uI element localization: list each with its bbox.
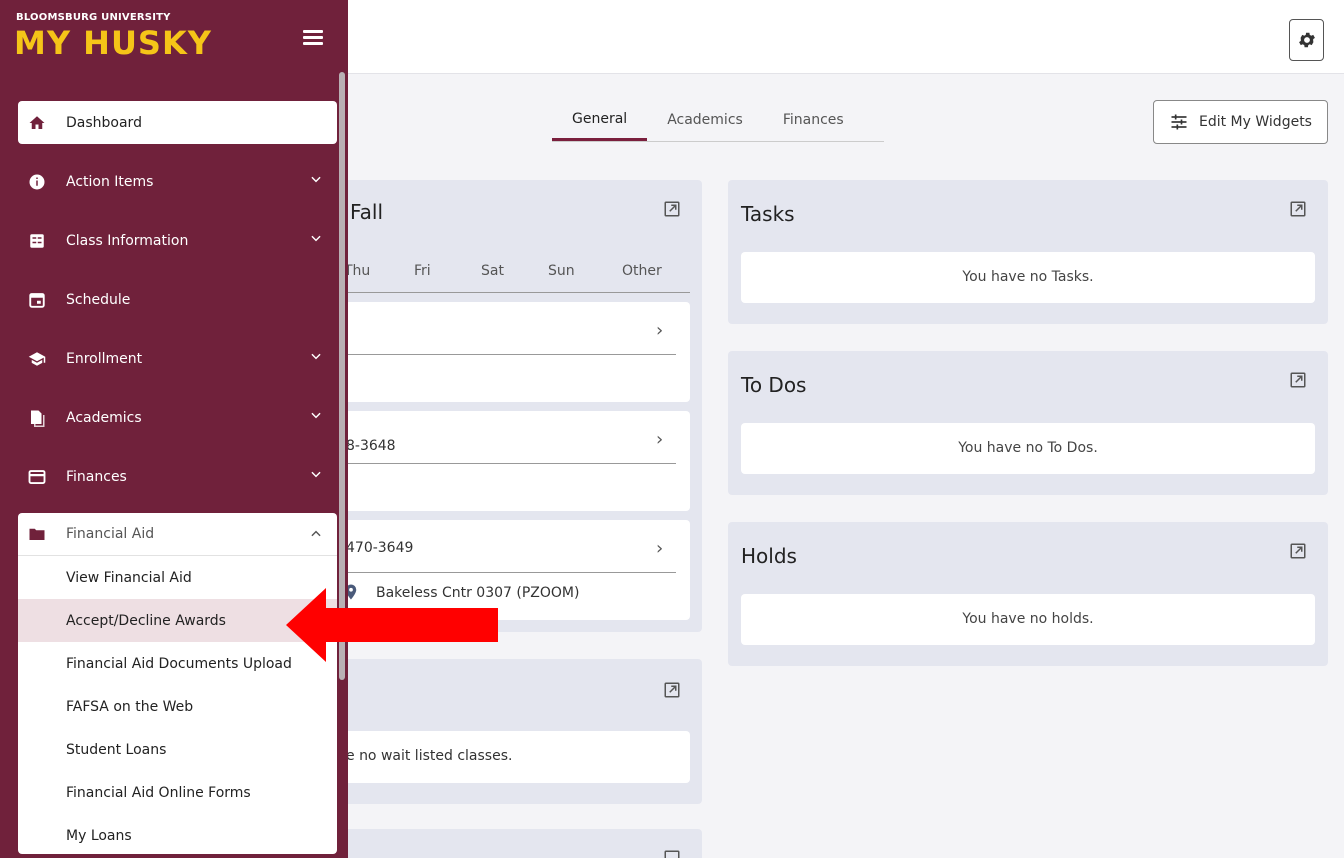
sliders-icon [1171,114,1187,130]
tab-general[interactable]: General [552,99,648,141]
submenu-student-loans[interactable]: Student Loans [18,728,337,771]
row-divider [340,463,676,464]
sidebar-item-label: Dashboard [66,114,142,131]
chevron-down-icon [311,353,321,360]
documents-icon [31,410,45,427]
day-sun[interactable]: Sun [548,263,575,279]
chevron-up-icon [311,530,321,537]
schedule-row-1[interactable]: › [330,302,690,402]
todos-card: To Dos You have no To Dos. [728,351,1328,495]
chevron-down-icon [311,412,321,419]
schedule-row-2[interactable]: 8-3648 › [330,411,690,511]
edit-widgets-button[interactable]: Edit My Widgets [1153,100,1328,144]
sidebar-item-financial-aid[interactable]: Financial Aid [18,513,337,556]
chevron-down-icon [311,471,321,478]
waitlist-card: e no wait listed classes. [330,659,702,804]
days-divider [340,292,690,293]
edit-widgets-label: Edit My Widgets [1199,114,1312,130]
folder-icon [29,528,45,540]
logo-myhusky[interactable]: MY HUSKY [14,24,212,62]
day-sat[interactable]: Sat [481,263,504,279]
sidebar-item-label: Academics [66,409,142,426]
info-icon [29,174,45,189]
waitlist-empty-text: e no wait listed classes. [346,748,513,764]
waitlist-inner: e no wait listed classes. [330,731,690,783]
submenu-fafsa[interactable]: FAFSA on the Web [18,685,337,728]
external-link-icon[interactable] [663,849,681,858]
sidebar-item-finances[interactable]: Finances [18,455,337,498]
chevron-right-icon: › [656,538,664,559]
external-link-icon[interactable] [1289,200,1307,218]
sidebar-item-label: Action Items [66,173,154,190]
class-info-icon [30,233,44,248]
sidebar: BLOOMSBURG UNIVERSITY MY HUSKY Dashboard… [0,0,348,858]
tasks-title: Tasks [741,202,795,226]
sidebar-item-academics[interactable]: Academics [18,396,337,439]
tab-finances[interactable]: Finances [763,99,864,141]
chevron-right-icon: › [656,429,664,450]
home-icon [29,115,45,129]
sidebar-item-label: Finances [66,468,127,485]
holds-empty-text: You have no holds. [962,611,1094,627]
financial-aid-panel: Financial Aid View Financial Aid Accept/… [18,513,337,854]
sidebar-item-enrollment[interactable]: Enrollment [18,337,337,380]
holds-inner: You have no holds. [741,594,1315,645]
sidebar-item-schedule[interactable]: Schedule [18,278,337,321]
todos-inner: You have no To Dos. [741,423,1315,474]
chevron-right-icon: › [656,320,664,341]
dashboard-tabs: General Academics Finances [552,100,884,142]
calendar-icon [29,292,45,308]
external-link-icon[interactable] [663,681,681,699]
sidebar-item-label: Enrollment [66,350,143,367]
external-link-icon[interactable] [1289,542,1307,560]
submenu-my-loans[interactable]: My Loans [18,814,337,857]
sidebar-item-label: Class Information [66,232,189,249]
tasks-empty-text: You have no Tasks. [962,269,1094,285]
schedule-row-2-text: 8-3648 [346,438,396,454]
row-divider [340,354,676,355]
sidebar-item-label: Financial Aid [66,526,155,542]
schedule-card-title: Fall [350,200,384,224]
todos-title: To Dos [741,373,807,397]
tasks-card: Tasks You have no Tasks. [728,180,1328,324]
sidebar-item-dashboard[interactable]: Dashboard [18,101,337,144]
schedule-row-3-text: 470-3649 [346,540,414,556]
red-arrow-annotation [286,588,498,662]
row-divider [340,572,676,573]
sidebar-item-class-information[interactable]: Class Information [18,219,337,262]
todos-empty-text: You have no To Dos. [958,440,1098,456]
external-link-icon[interactable] [663,200,681,218]
chevron-down-icon [311,176,321,183]
sidebar-item-label: Schedule [66,291,131,308]
day-fri[interactable]: Fri [414,263,431,279]
tasks-inner: You have no Tasks. [741,252,1315,303]
holds-title: Holds [741,544,797,568]
submenu-online-forms[interactable]: Financial Aid Online Forms [18,771,337,814]
hamburger-menu-icon[interactable] [303,30,323,46]
day-other[interactable]: Other [622,263,662,279]
holds-card: Holds You have no holds. [728,522,1328,666]
credit-card-icon [28,469,46,484]
gear-icon [1298,32,1315,48]
logo-university: BLOOMSBURG UNIVERSITY [16,12,171,23]
tab-academics[interactable]: Academics [647,99,763,141]
settings-button[interactable] [1289,19,1324,61]
external-link-icon[interactable] [1289,371,1307,389]
graduation-cap-icon [28,351,46,366]
chevron-down-icon [311,235,321,242]
bottom-card [330,829,702,858]
sidebar-item-action-items[interactable]: Action Items [18,160,337,203]
